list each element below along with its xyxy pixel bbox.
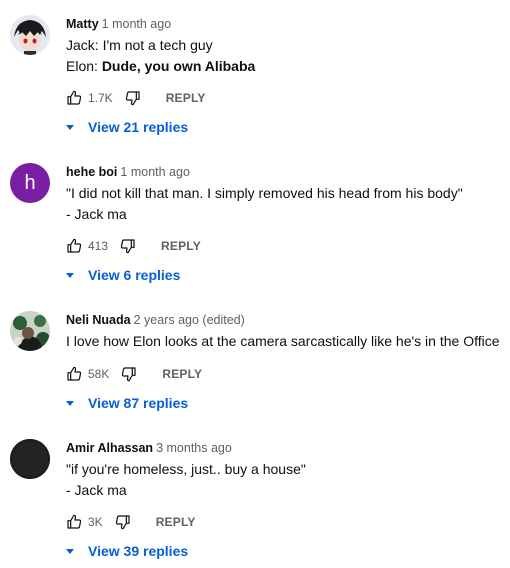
comment-author[interactable]: Neli Nuada xyxy=(66,313,131,327)
comment-text: I love how Elon looks at the camera sarc… xyxy=(66,331,504,352)
view-replies-label: View 21 replies xyxy=(88,119,189,135)
comment-line: Elon: xyxy=(66,58,102,74)
view-replies-button[interactable]: View 87 replies xyxy=(62,391,188,415)
caret-down-icon xyxy=(62,543,78,559)
comment-line-rest: I'm not a tech guy xyxy=(102,37,213,53)
comment-time[interactable]: 1 month ago xyxy=(102,17,172,31)
avatar[interactable]: h xyxy=(10,163,50,203)
comment-meta: hehe boi 1 month ago xyxy=(66,164,504,180)
like-count: 3K xyxy=(88,515,103,529)
comment-time[interactable]: 1 month ago xyxy=(120,165,190,179)
reply-button[interactable]: REPLY xyxy=(161,239,201,253)
comment-text: "if you're homeless, just.. buy a house"… xyxy=(66,459,504,501)
comment-line-bold: Dude, you own Alibaba xyxy=(101,58,256,74)
comment-line: "if you're homeless, just.. buy a house" xyxy=(66,461,306,477)
comment-time[interactable]: 2 years ago (edited) xyxy=(134,313,245,327)
comment-actions: 413 REPLY xyxy=(66,234,201,258)
comment-actions: 58K REPLY xyxy=(66,362,202,386)
thumbs-up-icon[interactable] xyxy=(66,514,82,530)
reply-button[interactable]: REPLY xyxy=(162,367,202,381)
comment-text: "I did not kill that man. I simply remov… xyxy=(66,183,504,225)
reply-button[interactable]: REPLY xyxy=(166,91,206,105)
comment-time[interactable]: 3 months ago xyxy=(156,441,232,455)
view-replies-label: View 87 replies xyxy=(88,395,189,411)
thumbs-down-icon[interactable] xyxy=(115,514,131,530)
comment-actions: 1.7K REPLY xyxy=(66,86,206,110)
like-count: 1.7K xyxy=(88,91,113,105)
view-replies-button[interactable]: View 21 replies xyxy=(62,115,188,139)
thumbs-up-icon[interactable] xyxy=(66,90,82,106)
comment-line: Jack: xyxy=(66,37,103,53)
view-replies-label: View 6 replies xyxy=(88,267,181,283)
comment-author[interactable]: hehe boi xyxy=(66,165,117,179)
like-count: 413 xyxy=(88,239,109,253)
comment-meta: Matty 1 month ago xyxy=(66,16,504,32)
avatar[interactable] xyxy=(10,15,50,55)
view-replies-button[interactable]: View 6 replies xyxy=(62,263,180,287)
reply-button[interactable]: REPLY xyxy=(156,515,196,529)
view-replies-button[interactable]: View 39 replies xyxy=(62,539,188,563)
comment-meta: Amir Alhassan 3 months ago xyxy=(66,440,504,456)
like-count: 58K xyxy=(88,367,110,381)
avatar[interactable] xyxy=(10,439,50,479)
avatar-letter: h xyxy=(24,172,36,194)
comment-text: Jack: I'm not a tech guy Elon: Dude, you… xyxy=(66,35,504,77)
thumbs-down-icon[interactable] xyxy=(121,366,137,382)
thumbs-up-icon[interactable] xyxy=(66,238,82,254)
view-replies-label: View 39 replies xyxy=(88,543,189,559)
comment-line: I love how Elon looks at the camera sarc… xyxy=(66,333,500,349)
comment-line: - Jack ma xyxy=(66,482,127,498)
thumbs-down-icon[interactable] xyxy=(120,238,136,254)
thumbs-up-icon[interactable] xyxy=(66,366,82,382)
comment-line: - Jack ma xyxy=(66,206,127,222)
comment-line: "I did not kill that man. I simply remov… xyxy=(66,185,463,201)
caret-down-icon xyxy=(62,267,78,283)
comment-meta: Neli Nuada 2 years ago (edited) xyxy=(66,312,504,328)
comment-actions: 3K REPLY xyxy=(66,510,196,534)
thumbs-down-icon[interactable] xyxy=(125,90,141,106)
comment-author[interactable]: Amir Alhassan xyxy=(66,441,153,455)
caret-down-icon xyxy=(62,119,78,135)
comment-author[interactable]: Matty xyxy=(66,17,99,31)
caret-down-icon xyxy=(62,395,78,411)
avatar[interactable] xyxy=(10,311,50,351)
